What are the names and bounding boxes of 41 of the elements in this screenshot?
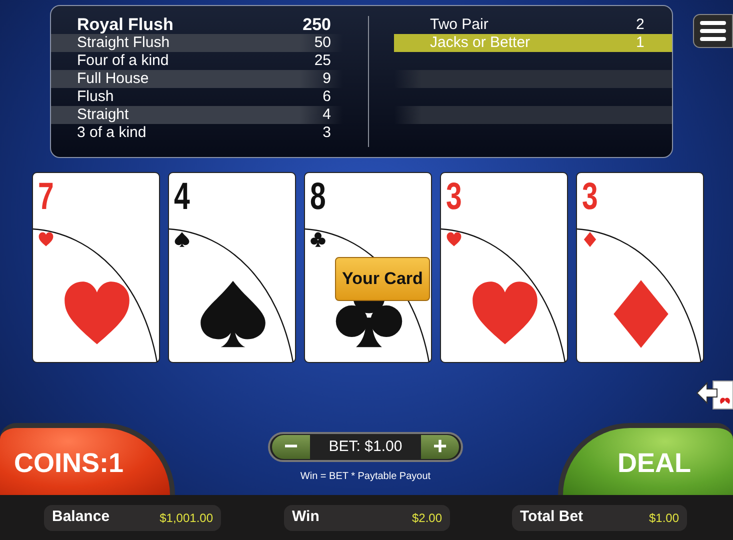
decrease-bet-button[interactable]: − [272,435,310,459]
hand-name: 3 of a kind [77,122,148,143]
payout-value: 3 [322,122,331,143]
payout-value: 1 [636,32,644,53]
hand-name: Four of a kind [77,50,170,71]
card-rank: 3 [582,175,596,220]
payout-value: 6 [322,86,331,107]
hand-name: Straight [77,104,130,125]
card-rank: 3 [446,175,460,220]
stat-label: Win [292,507,320,528]
hand-name: Full House [77,68,150,89]
coins-button[interactable]: COINS:1 [0,423,175,495]
payout-value: 4 [322,104,331,125]
hand-name: Straight Flush [77,34,171,53]
tooltip: Your Card [335,257,430,300]
hand-name: Two Pair [430,14,490,35]
undo-card-icon[interactable] [695,379,733,411]
increase-bet-button[interactable]: + [421,435,459,459]
card-rank: 4 [174,175,188,220]
stat-label: Total Bet [520,507,584,528]
playing-card[interactable]: 3 [576,172,704,363]
playing-card[interactable]: 7 [32,172,160,363]
payout-value: 9 [322,68,331,89]
stat-value: $2.00 [412,510,442,526]
hand-name: Flush [77,86,115,107]
payout-note: Win = BET * Paytable Payout [299,470,432,484]
playing-card[interactable]: 4 [168,172,296,363]
hand-name: Royal Flush [77,14,174,36]
payout-value: 2 [636,14,644,35]
bet-amount: BET: $1.00 [328,436,404,457]
playing-card[interactable]: 8 Your Card [304,172,432,363]
stat-label: Balance [52,507,110,528]
card-rank: 7 [38,175,52,220]
deal-button[interactable]: DEAL [558,423,733,495]
stat-value: $1,001.00 [160,510,213,526]
stat-value: $1.00 [648,510,679,526]
card-rank: 8 [310,175,324,220]
payout-value: 25 [314,50,331,71]
hand-name: Jacks or Better [430,32,532,53]
playing-card[interactable]: 3 [440,172,568,363]
menu-button[interactable] [693,14,733,48]
